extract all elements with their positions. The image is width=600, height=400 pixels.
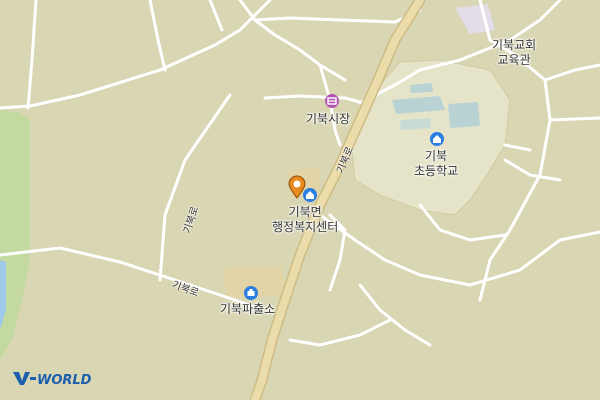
church-name: 기북교회 xyxy=(492,38,537,52)
school-label[interactable]: 기북 초등학교 xyxy=(414,149,458,179)
police-label[interactable]: 기북파출소 xyxy=(220,302,275,317)
school-building xyxy=(448,102,480,128)
office-name: 기북면 xyxy=(288,205,322,219)
school-building xyxy=(400,118,431,130)
logo-text: WORLD xyxy=(37,373,92,387)
church-label: 기북교회 교육관 xyxy=(492,38,536,68)
location-pin-icon[interactable] xyxy=(288,175,306,199)
office-subname: 행정복지센터 xyxy=(272,220,339,234)
office-label[interactable]: 기북면 행정복지센터 xyxy=(272,205,338,235)
vworld-logo: WORLD xyxy=(11,369,107,388)
market-label[interactable]: 기북시장 xyxy=(306,112,350,127)
school-name: 기북 xyxy=(425,149,448,163)
police-station-icon[interactable] xyxy=(244,286,258,300)
church-subname: 교육관 xyxy=(497,53,531,67)
market-icon[interactable] xyxy=(325,94,339,108)
school-subname: 초등학교 xyxy=(414,164,459,178)
school-icon[interactable] xyxy=(430,132,444,146)
map-view[interactable]: 기북로 기북로 기북로 기북교회 교육관 기북시장 기북 초등학교 기북면 행정… xyxy=(0,0,600,400)
